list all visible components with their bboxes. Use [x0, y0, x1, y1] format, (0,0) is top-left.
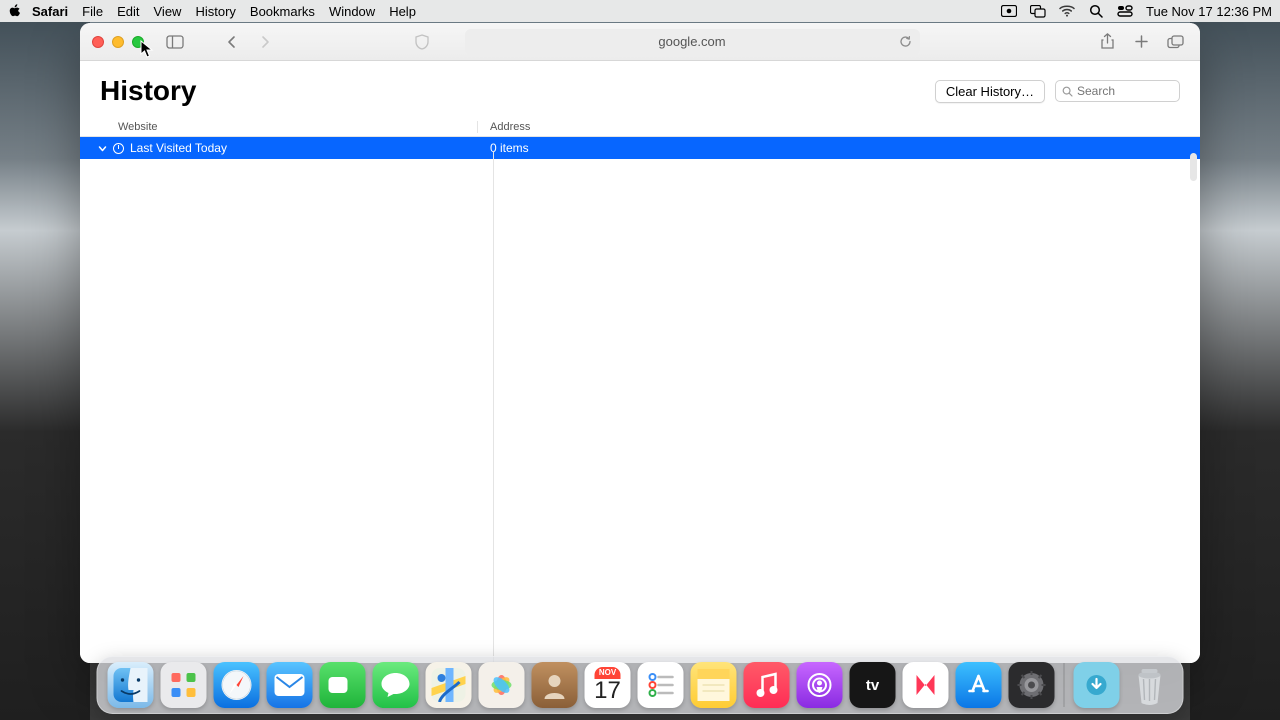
menubar-clock[interactable]: Tue Nov 17 12:36 PM — [1146, 4, 1272, 19]
address-bar[interactable]: google.com — [465, 29, 920, 55]
dock-music[interactable] — [744, 662, 790, 708]
screen-record-icon[interactable] — [1001, 3, 1017, 19]
minimize-button[interactable] — [112, 36, 124, 48]
share-button[interactable] — [1094, 31, 1120, 53]
titlebar: google.com — [80, 23, 1200, 61]
app-title[interactable]: Safari — [32, 4, 68, 19]
dock-podcasts[interactable] — [797, 662, 843, 708]
scrollbar-thumb[interactable] — [1190, 153, 1197, 181]
back-button[interactable] — [218, 31, 244, 53]
dock: NOV17 tv — [97, 656, 1184, 714]
menu-file[interactable]: File — [82, 4, 103, 19]
history-search[interactable] — [1055, 80, 1180, 102]
wifi-icon[interactable] — [1059, 3, 1075, 19]
dock-maps[interactable] — [426, 662, 472, 708]
dock-tv[interactable]: tv — [850, 662, 896, 708]
control-center-icon[interactable] — [1117, 3, 1133, 19]
dock-appstore[interactable] — [956, 662, 1002, 708]
dock-news[interactable] — [903, 662, 949, 708]
dock-mail[interactable] — [267, 662, 313, 708]
menu-view[interactable]: View — [154, 4, 182, 19]
menubar: Safari File Edit View History Bookmarks … — [0, 0, 1280, 22]
safari-window: google.com History Clear History… Websit… — [80, 23, 1200, 663]
privacy-report-icon[interactable] — [414, 34, 430, 50]
dock-finder[interactable] — [108, 662, 154, 708]
history-search-input[interactable] — [1077, 84, 1173, 98]
dock-separator — [1064, 663, 1065, 707]
history-content: History Clear History… Website Address L… — [80, 61, 1200, 663]
dock-calendar[interactable]: NOV17 — [585, 662, 631, 708]
sidebar-toggle-button[interactable] — [162, 31, 188, 53]
menu-help[interactable]: Help — [389, 4, 416, 19]
dock-launchpad[interactable] — [161, 662, 207, 708]
menu-window[interactable]: Window — [329, 4, 375, 19]
disclosure-triangle-icon[interactable] — [98, 144, 107, 153]
dock-contacts[interactable] — [532, 662, 578, 708]
dock-facetime[interactable] — [320, 662, 366, 708]
spotlight-icon[interactable] — [1088, 3, 1104, 19]
dock-reminders[interactable] — [638, 662, 684, 708]
apple-menu-icon[interactable] — [8, 4, 22, 18]
tab-overview-button[interactable] — [1162, 31, 1188, 53]
new-tab-button[interactable] — [1128, 31, 1154, 53]
clear-history-button[interactable]: Clear History… — [935, 80, 1045, 103]
dock-trash[interactable] — [1127, 662, 1173, 708]
menu-bookmarks[interactable]: Bookmarks — [250, 4, 315, 19]
dock-messages[interactable] — [373, 662, 419, 708]
group-label: Last Visited Today — [130, 141, 227, 155]
cursor-icon — [140, 40, 154, 58]
mission-control-icon[interactable] — [1030, 3, 1046, 19]
dock-photos[interactable] — [479, 662, 525, 708]
column-divider[interactable] — [493, 151, 494, 663]
address-text: google.com — [658, 34, 725, 49]
col-address[interactable]: Address — [478, 121, 1200, 133]
search-icon — [1062, 86, 1073, 97]
dock-safari[interactable] — [214, 662, 260, 708]
traffic-lights — [92, 36, 144, 48]
dock-notes[interactable] — [691, 662, 737, 708]
menu-history[interactable]: History — [195, 4, 235, 19]
dock-downloads[interactable] — [1074, 662, 1120, 708]
forward-button[interactable] — [252, 31, 278, 53]
col-website[interactable]: Website — [80, 121, 478, 133]
clock-icon — [113, 143, 124, 154]
close-button[interactable] — [92, 36, 104, 48]
menu-edit[interactable]: Edit — [117, 4, 139, 19]
history-group-row[interactable]: Last Visited Today 0 items — [80, 137, 1200, 159]
page-title: History — [100, 75, 935, 107]
calendar-day: 17 — [594, 679, 621, 703]
group-count: 0 items — [478, 141, 1200, 155]
dock-settings[interactable] — [1009, 662, 1055, 708]
column-headers: Website Address — [80, 117, 1200, 137]
reload-icon[interactable] — [899, 35, 912, 48]
